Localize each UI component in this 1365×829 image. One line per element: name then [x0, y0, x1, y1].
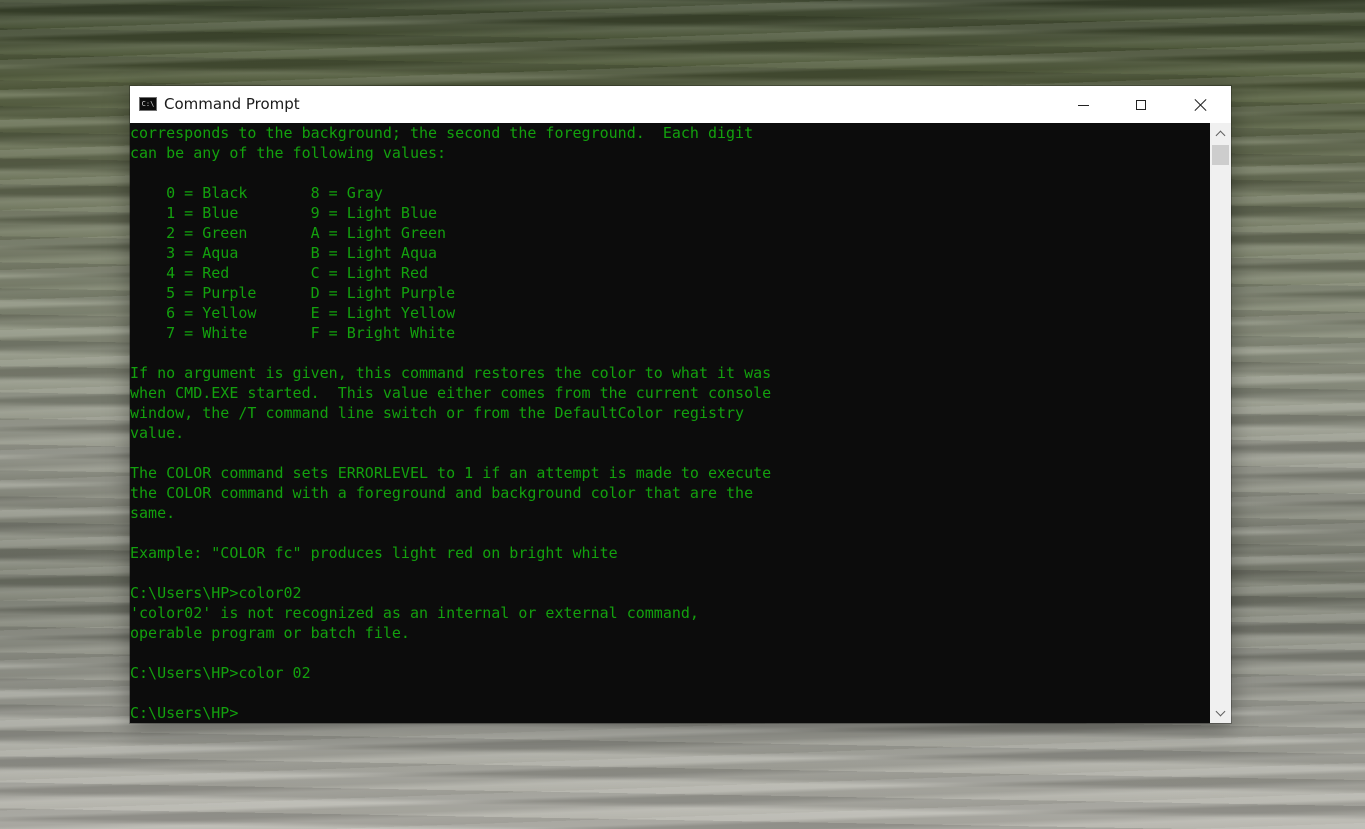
console-line: 0 = Black 8 = Gray — [130, 184, 383, 202]
console-output: corresponds to the background; the secon… — [130, 123, 771, 723]
console-line: value. — [130, 424, 185, 442]
scroll-up-button[interactable] — [1210, 123, 1231, 143]
maximize-icon — [1136, 99, 1146, 110]
maximize-button[interactable] — [1112, 86, 1170, 123]
console-line: same. — [130, 504, 176, 522]
console-line: C:\Users\HP> — [130, 704, 239, 722]
console-line: 4 = Red C = Light Red — [130, 264, 429, 282]
window-title: Command Prompt — [164, 95, 300, 113]
console-area[interactable]: corresponds to the background; the secon… — [130, 123, 1210, 723]
console-line: 7 = White F = Bright White — [130, 324, 456, 342]
console-line: 'color02' is not recognized as an intern… — [130, 604, 699, 622]
close-button[interactable] — [1170, 86, 1231, 123]
console-line: 1 = Blue 9 = Light Blue — [130, 204, 438, 222]
cmd-app-icon[interactable]: C:\ — [139, 97, 157, 111]
console-line: operable program or batch file. — [130, 624, 410, 642]
close-icon — [1194, 98, 1208, 112]
console-line: when CMD.EXE started. This value either … — [130, 384, 772, 402]
chevron-down-icon — [1215, 706, 1226, 716]
console-line: corresponds to the background; the secon… — [130, 124, 754, 142]
scroll-thumb[interactable] — [1212, 145, 1229, 165]
title-bar[interactable]: C:\ Command Prompt — [130, 86, 1231, 123]
console-line: The COLOR command sets ERRORLEVEL to 1 i… — [130, 464, 772, 482]
console-line: C:\Users\HP>color 02 — [130, 664, 311, 682]
console-line: can be any of the following values: — [130, 144, 447, 162]
chevron-up-icon — [1215, 130, 1226, 140]
console-line: window, the /T command line switch or fr… — [130, 404, 745, 422]
minimize-button[interactable] — [1054, 86, 1112, 123]
command-prompt-window[interactable]: C:\ Command Prompt corresponds to the ba… — [130, 86, 1231, 723]
minimize-icon — [1077, 105, 1089, 106]
console-line: 5 = Purple D = Light Purple — [130, 284, 456, 302]
scroll-down-button[interactable] — [1210, 703, 1231, 723]
vertical-scrollbar[interactable] — [1210, 123, 1231, 723]
console-line: C:\Users\HP>color02 — [130, 584, 302, 602]
console-line: the COLOR command with a foreground and … — [130, 484, 754, 502]
console-line: Example: "COLOR fc" produces light red o… — [130, 544, 618, 562]
console-line: 3 = Aqua B = Light Aqua — [130, 244, 438, 262]
console-line: 6 = Yellow E = Light Yellow — [130, 304, 456, 322]
console-line: 2 = Green A = Light Green — [130, 224, 447, 242]
console-line: If no argument is given, this command re… — [130, 364, 772, 382]
